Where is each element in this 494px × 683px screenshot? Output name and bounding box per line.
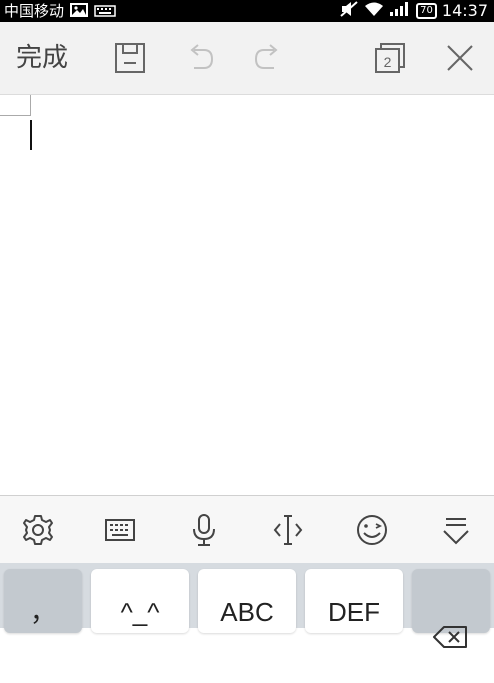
close-icon[interactable] (442, 40, 478, 76)
page-count: 2 (384, 54, 392, 70)
clock: 14:37 (441, 1, 488, 20)
keyboard-toolbar (0, 495, 494, 564)
emoji-icon[interactable] (352, 510, 392, 550)
margin-corner-marker (0, 95, 31, 116)
hide-keyboard-icon[interactable] (436, 510, 476, 550)
cursor-icon[interactable] (268, 510, 308, 550)
wifi-icon (364, 1, 384, 21)
keyboard-icon[interactable] (100, 510, 140, 550)
image-icon (70, 2, 89, 21)
backspace-icon (432, 597, 470, 648)
status-bar: 中国移动 70 14:37 (0, 0, 494, 22)
mute-icon (339, 0, 359, 22)
battery-level: 70 (416, 3, 437, 19)
punctuation-key[interactable]: ， (4, 569, 82, 633)
abc-key[interactable]: ABC (198, 569, 296, 633)
redo-icon[interactable] (250, 40, 286, 76)
keyboard-keys: ， ^_^ ABC DEF (0, 563, 494, 648)
signal-icon (389, 1, 411, 21)
backspace-key[interactable] (412, 569, 490, 648)
save-icon[interactable] (112, 40, 148, 76)
done-button[interactable]: 完成 (16, 22, 68, 94)
pages-icon[interactable]: 2 (372, 40, 408, 76)
carrier-label: 中国移动 (4, 1, 65, 20)
document-area[interactable] (0, 95, 494, 495)
text-cursor (30, 120, 32, 150)
keyboard-notif-icon (94, 2, 116, 21)
undo-icon[interactable] (182, 40, 218, 76)
microphone-icon[interactable] (184, 510, 224, 550)
settings-icon[interactable] (18, 510, 58, 550)
def-key[interactable]: DEF (305, 569, 403, 633)
emoticon-key[interactable]: ^_^ (91, 569, 189, 633)
battery-icon: 70 (416, 3, 437, 19)
editor-toolbar: 完成 2 (0, 22, 494, 95)
